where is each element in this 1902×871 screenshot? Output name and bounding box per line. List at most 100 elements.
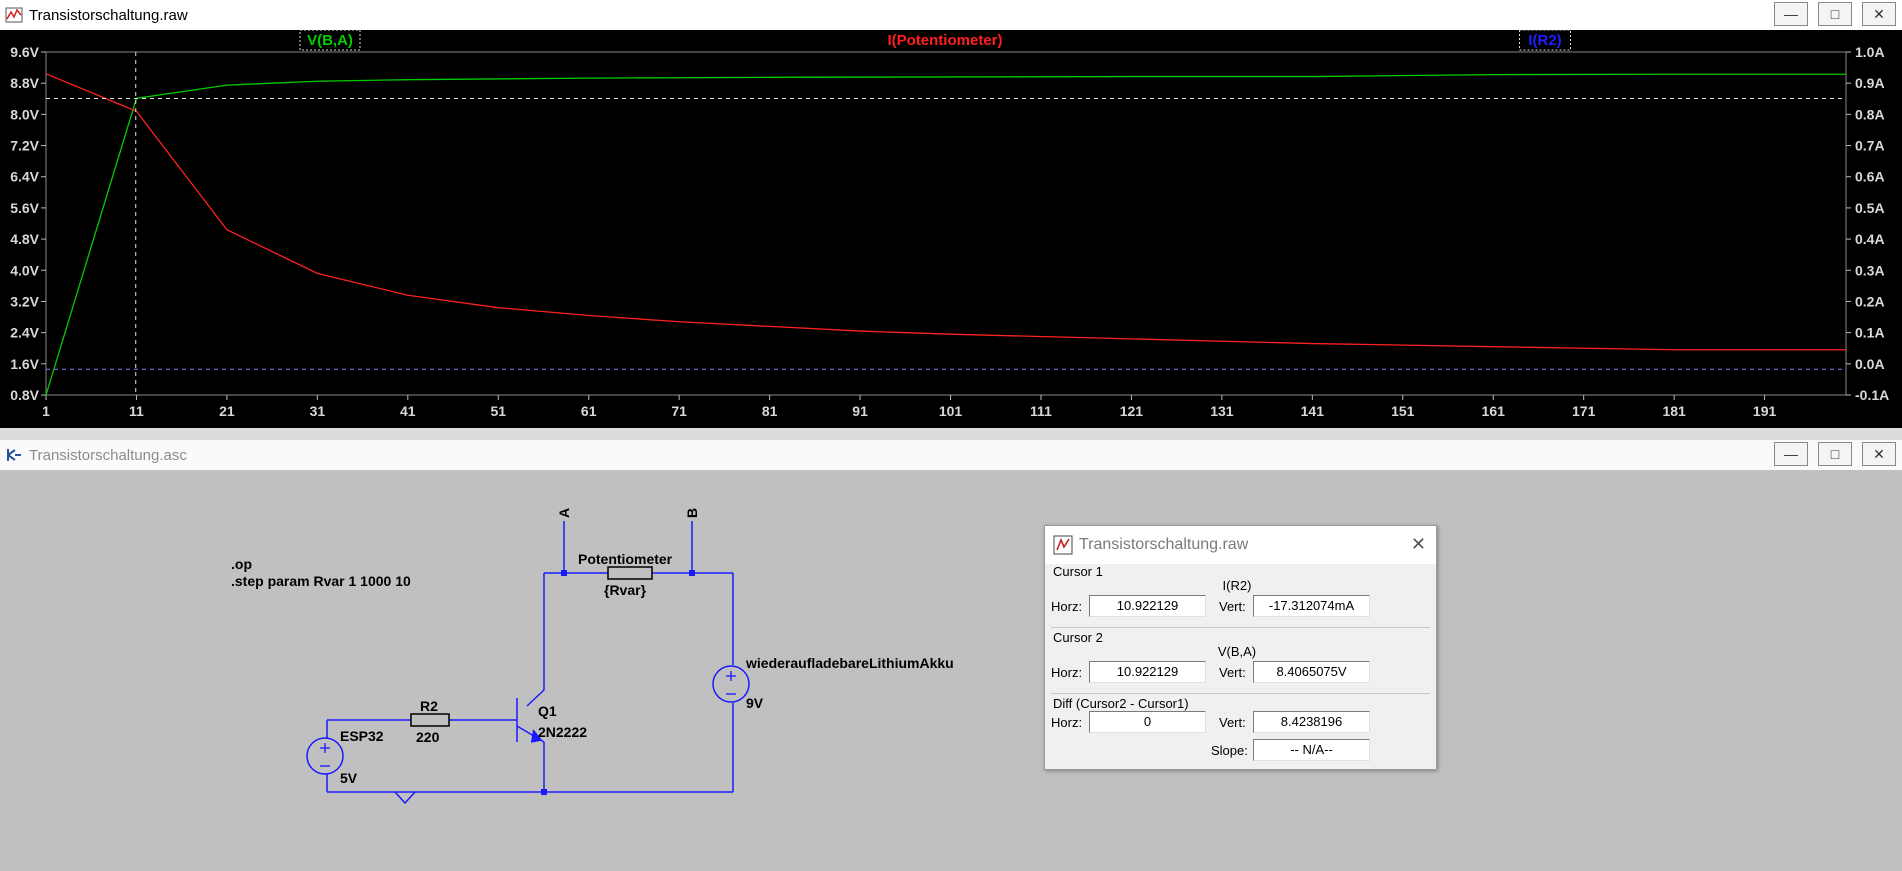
diff-slope-field[interactable]: -- N/A-- [1253,739,1370,761]
net-label-a[interactable]: A [556,508,572,518]
schematic-canvas[interactable]: .op .step param Rvar 1 1000 10 A B Poten… [0,470,1902,871]
right-axis-tick-label: 0.8A [1855,106,1885,122]
right-axis-tick-label: 0.5A [1855,200,1885,216]
left-axis-tick-label: 0.8V [10,387,39,403]
cursor2-vert-field[interactable]: 8.4065075V [1253,661,1370,683]
diff-horz-field[interactable]: 0 [1089,711,1206,733]
right-axis-tick-label: -0.1A [1855,387,1889,403]
cursor2-group: Cursor 2 V(B,A) Horz: 10.922129 Vert: 8.… [1051,627,1430,696]
left-axis-tick-label: 5.6V [10,200,39,216]
left-axis-tick-label: 9.6V [10,44,39,60]
waveform-plot-area[interactable]: 9.6V 8.8V 8.0V 7.2V 6.4V 5.6V 4.8V 4.0V 3.2V 2.4V… [0,30,1902,428]
maximize-icon[interactable]: □ [1818,2,1852,26]
x-axis-tick-label: 91 [852,403,868,419]
left-axis-tick-label: 7.2V [10,138,39,154]
diff-vert-field[interactable]: 8.4238196 [1253,711,1370,733]
x-axis-tick-label: 81 [762,403,778,419]
cursor1-vert-label: Vert: [1219,599,1246,614]
minimize-icon[interactable]: — [1774,2,1808,26]
x-axis-tick-label: 31 [310,403,326,419]
right-axis-tick-label: 0.6A [1855,169,1885,185]
right-axis-tick-label: 0.1A [1855,325,1885,341]
maximize-icon[interactable]: □ [1818,442,1852,466]
esp32-name[interactable]: ESP32 [340,728,384,744]
cursor2-label: Cursor 2 [1053,630,1103,645]
x-axis-tick-label: 181 [1662,403,1686,419]
group-divider [1051,627,1430,628]
left-axis-tick-label: 1.6V [10,356,39,372]
spice-directive-op[interactable]: .op [231,556,252,572]
plot-frame [45,51,1847,396]
esp32-value[interactable]: 5V [340,770,358,786]
left-axis-tick-label: 4.8V [10,231,39,247]
x-axis-tick-label: 101 [939,403,963,419]
diff-vert-label: Vert: [1219,715,1246,730]
minimize-icon[interactable]: — [1774,442,1808,466]
x-axis-tick-label: 61 [581,403,597,419]
trace-i-potentiometer- [45,73,1846,351]
x-axis-tick-label: 131 [1210,403,1234,419]
waveform-app-icon [5,7,23,23]
trace-label[interactable]: I(Potentiometer) [887,32,1002,49]
trace-v-b-a- [45,73,1846,396]
cursor1-horz-field[interactable]: 10.922129 [1089,595,1206,617]
waveform-chart[interactable]: 9.6V 8.8V 8.0V 7.2V 6.4V 5.6V 4.8V 4.0V 3.2V 2.4V… [0,30,1902,428]
potentiometer-name[interactable]: Potentiometer [578,551,673,567]
x-axis-tick-label: 111 [1030,403,1052,419]
q1-name[interactable]: Q1 [538,703,557,719]
cursor-readout-dialog: Transistorschaltung.raw ✕ Cursor 1 I(R2)… [1044,525,1437,770]
close-icon[interactable]: ✕ [1411,534,1426,555]
right-axis-tick-label: 0.9A [1855,75,1885,91]
x-axis-tick-label: 171 [1572,403,1596,419]
diff-group: Diff (Cursor2 - Cursor1) Horz: 0 Vert: 8… [1051,693,1430,768]
schematic-app-icon [7,449,21,461]
cursor2-trace: V(B,A) [1217,644,1257,659]
battery-name[interactable]: wiederaufladebareLithiumAkku [745,655,954,671]
r2-name[interactable]: R2 [420,698,438,714]
left-axis-tick-label: 6.4V [10,169,39,185]
close-icon[interactable]: ✕ [1862,2,1896,26]
cursor1-trace: I(R2) [1222,578,1252,593]
r2-value[interactable]: 220 [416,729,440,745]
x-axis-tick-label: 121 [1120,403,1144,419]
left-axis-tick-label: 3.2V [10,293,39,309]
battery-value[interactable]: 9V [746,695,764,711]
cursor2-vert-label: Vert: [1219,665,1246,680]
close-icon[interactable]: ✕ [1862,442,1896,466]
x-axis-tick-label: 11 [129,403,144,419]
group-divider [1051,693,1430,694]
r2-symbol[interactable] [410,713,450,727]
cursor1-group: Cursor 1 I(R2) Horz: 10.922129 Vert: -17… [1051,564,1430,630]
x-axis-tick-label: 71 [671,403,687,419]
potentiometer-value[interactable]: {Rvar} [604,582,647,598]
cursor1-label: Cursor 1 [1053,564,1103,579]
waveform-window-title: Transistorschaltung.raw [29,6,188,24]
x-axis-tick-label: 161 [1482,403,1506,419]
dialog-app-icon [1053,535,1073,555]
cursor2-horz-field[interactable]: 10.922129 [1089,661,1206,683]
x-axis-tick-label: 51 [490,403,506,419]
diff-horz-label: Horz: [1051,715,1083,730]
diff-label: Diff (Cursor2 - Cursor1) [1053,696,1189,711]
x-axis-tick-label: 41 [400,403,416,419]
left-axis-tick-label: 2.4V [10,325,39,341]
right-axis-tick-label: 1.0A [1855,44,1885,60]
spice-directive-step[interactable]: .step param Rvar 1 1000 10 [231,573,411,589]
dialog-titlebar[interactable]: Transistorschaltung.raw [1045,526,1436,564]
schematic-window: Transistorschaltung.asc — □ ✕ .op .step … [0,440,1902,871]
q1-value[interactable]: 2N2222 [538,724,587,740]
cursor2-horz-label: Horz: [1051,665,1083,680]
waveform-titlebar[interactable]: Transistorschaltung.raw — □ ✕ [0,0,1902,30]
cursor1-vert-field[interactable]: -17.312074mA [1253,595,1370,617]
schematic-titlebar[interactable]: Transistorschaltung.asc — □ ✕ [0,440,1902,470]
schematic-drawing[interactable]: .op .step param Rvar 1 1000 10 A B Poten… [0,470,1902,871]
right-axis-tick-label: 0.3A [1855,262,1885,278]
trace-label[interactable]: I(R2) [1528,32,1561,49]
x-axis-tick-label: 21 [219,403,235,419]
left-axis-tick-label: 8.0V [10,106,39,122]
net-label-b[interactable]: B [684,508,700,518]
x-axis-tick-label: 1 [42,403,50,419]
right-axis-tick-label: 0.4A [1855,231,1885,247]
potentiometer-symbol[interactable] [607,566,653,580]
trace-label[interactable]: V(B,A) [307,32,353,49]
